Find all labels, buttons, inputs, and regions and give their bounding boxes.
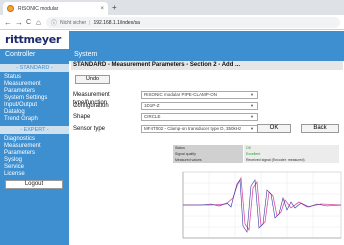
sidebar-heading-standard: - STANDARD -	[0, 64, 69, 72]
sidebar-item-license[interactable]: License	[0, 171, 69, 178]
sidebar-item-datalog[interactable]: Datalog	[0, 109, 69, 116]
configuration-label: Configuration	[73, 103, 109, 109]
chevron-down-icon: ▼	[250, 114, 254, 119]
close-tab-icon[interactable]: ×	[100, 6, 104, 12]
measurement-type-select[interactable]: RISONIC modular PIPE-CLAMP-ON ▼	[141, 91, 258, 99]
configuration-select[interactable]: 1D1P-Z ▼	[141, 102, 258, 110]
received-signal-chart	[182, 171, 342, 239]
sidebar-item-input-output[interactable]: Input/Output	[0, 102, 69, 109]
measurement-type-value: RISONIC modular PIPE-CLAMP-ON	[144, 92, 218, 97]
new-tab-button[interactable]: +	[112, 2, 117, 13]
browser-tab-bar: RISONIC modular × +	[0, 0, 344, 15]
back-button[interactable]: Back	[301, 124, 339, 133]
sidebar-item-diagnostics[interactable]: Diagnostics	[0, 136, 69, 143]
back-arrow-icon[interactable]: ←	[4, 17, 12, 28]
sidebar-item-system-settings[interactable]: System Settings	[0, 95, 69, 102]
security-label: Nicht sicher	[60, 19, 87, 26]
sidebar-heading-expert: - EXPERT -	[0, 126, 69, 134]
sensor-type-label: Sensor type	[73, 126, 106, 132]
home-icon[interactable]: ⌂	[36, 17, 41, 28]
sidebar-item-service[interactable]: Service	[0, 164, 69, 171]
url-field[interactable]: ⓘ Nicht sicher | 192.168.1.1/index/sa	[46, 17, 340, 28]
sidebar-item-expert-measurement-parameters[interactable]: Measurement Parameters	[0, 143, 69, 157]
url-separator: |	[89, 19, 91, 26]
system-label: System	[74, 51, 98, 58]
ok-button[interactable]: OK	[257, 124, 291, 133]
sidebar-item-syslog[interactable]: Syslog	[0, 157, 69, 164]
sensor-type-select[interactable]: MF4T002 - Clamp-on transducer type D, 35…	[141, 125, 258, 133]
measured-values-key: Measured values	[173, 157, 243, 163]
sensor-type-value: MF4T002 - Clamp-on transducer type D, 35…	[144, 126, 242, 131]
measurement-type-label: Measurement type/function	[73, 92, 110, 106]
page-title: STANDARD - Measurement Parameters - Sect…	[71, 61, 343, 70]
logo-wordmark: rittmeyer	[5, 33, 61, 46]
sidebar-item-measurement-parameters[interactable]: Measurement Parameters	[0, 81, 69, 95]
table-row: Measured values Received signal (Encoder…	[173, 157, 339, 163]
sidebar-item-status[interactable]: Status	[0, 74, 69, 81]
shape-select[interactable]: CIRCLE ▼	[141, 113, 258, 121]
chevron-down-icon: ▼	[250, 92, 254, 97]
info-icon[interactable]: ⓘ	[51, 18, 57, 27]
configuration-value: 1D1P-Z	[144, 103, 160, 108]
system-header: System	[69, 31, 344, 61]
address-bar: ← → C ⌂ ⓘ Nicht sicher | 192.168.1.1/ind…	[0, 15, 344, 30]
reload-icon[interactable]: C	[26, 17, 31, 28]
shape-label: Shape	[73, 114, 91, 120]
undo-button[interactable]: Undo	[75, 75, 110, 84]
site-favicon-icon	[7, 5, 14, 12]
status-table: Status OK Signal quality Excellent Measu…	[173, 145, 339, 163]
sidebar: - STANDARD - Status Measurement Paramete…	[0, 61, 69, 245]
sidebar-item-trend-graph[interactable]: Trend Graph	[0, 116, 69, 123]
logo: rittmeyer Controller	[0, 31, 69, 61]
browser-tab[interactable]: RISONIC modular ×	[3, 2, 108, 15]
logout-button[interactable]: Logout	[5, 180, 63, 189]
shape-value: CIRCLE	[144, 114, 161, 119]
url-text: 192.168.1.1/index/sa	[93, 19, 140, 26]
controller-label: Controller	[0, 49, 69, 61]
forward-arrow-icon[interactable]: →	[15, 17, 23, 28]
measured-values-value: Received signal (Encoder: measured)	[244, 157, 339, 163]
chevron-down-icon: ▼	[250, 126, 254, 131]
chevron-down-icon: ▼	[250, 103, 254, 108]
tab-title: RISONIC modular	[18, 5, 59, 12]
